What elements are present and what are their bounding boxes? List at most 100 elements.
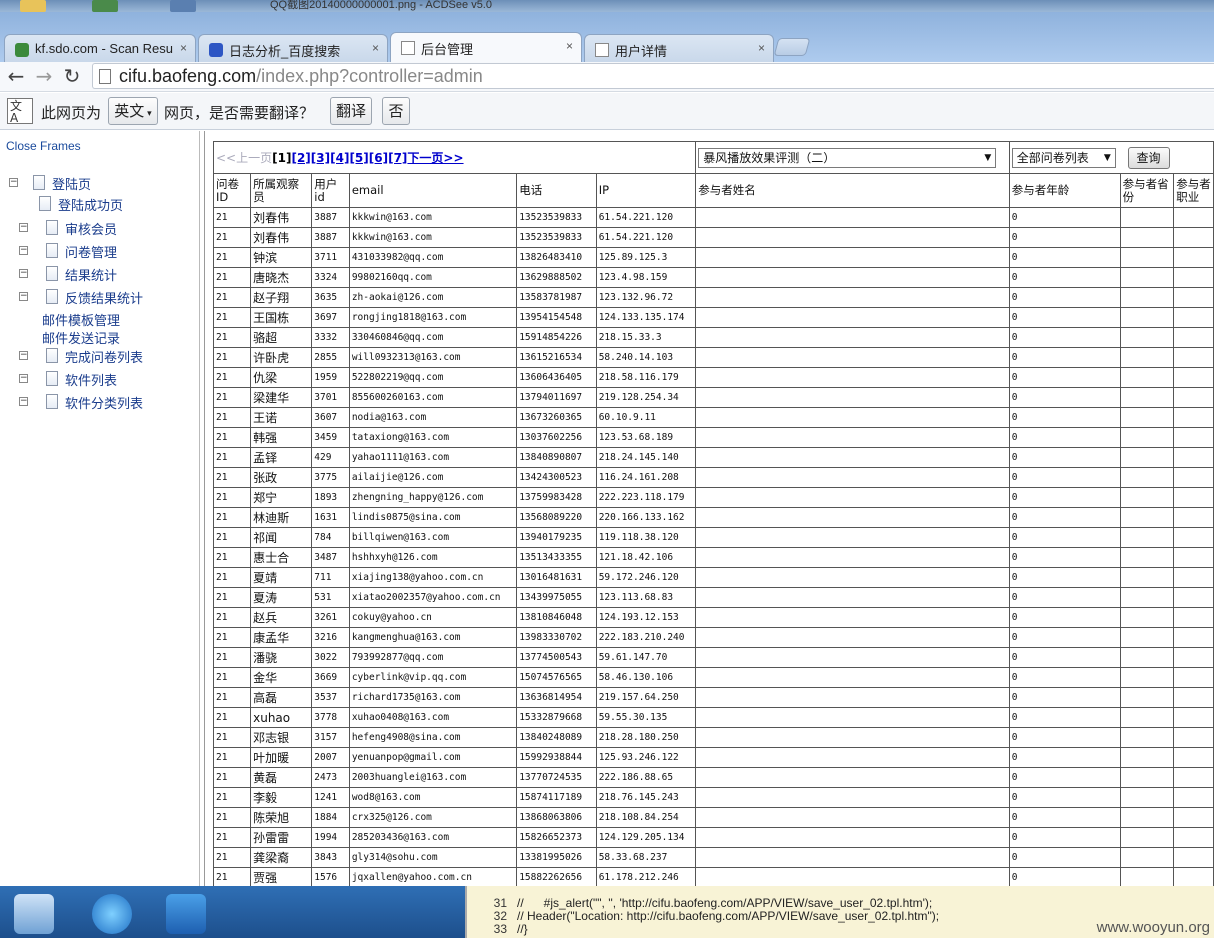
tree-item[interactable]: − 审核会员 (0, 219, 198, 238)
column-header: 电话 (516, 173, 597, 208)
page-link[interactable]: [5] (349, 151, 368, 165)
list-select[interactable]: 全部问卷列表 ▼ (1011, 147, 1116, 168)
table-cell (1173, 227, 1214, 248)
tab-kf-sdo[interactable]: kf.sdo.com - Scan Resu × (4, 34, 196, 62)
reload-button[interactable]: ↻ (60, 64, 84, 88)
close-frames-link[interactable]: Close Frames (6, 139, 81, 153)
forward-button[interactable]: → (32, 64, 56, 88)
ie-browser-icon[interactable] (92, 894, 132, 934)
query-button[interactable]: 查询 (1127, 146, 1170, 169)
table-cell (1173, 407, 1214, 428)
tab-baidu[interactable]: 日志分析_百度搜索 × (198, 34, 388, 62)
close-icon[interactable]: × (566, 39, 573, 53)
survey-select[interactable]: 暴风播放效果评测（二） ▼ (698, 147, 997, 168)
tree-item-label[interactable]: 结果统计 (65, 265, 117, 284)
table-cell: 21 (212, 387, 252, 408)
tree-item-label[interactable]: 审核会员 (65, 219, 117, 238)
tree-item[interactable]: 登陆成功页 (0, 195, 198, 214)
document-icon (46, 220, 58, 235)
tree-item[interactable]: − 登陆页 (0, 174, 198, 193)
table-cell: 刘春伟 (250, 227, 313, 248)
page-link[interactable]: [6] (369, 151, 388, 165)
table-row: 21 钟滨 3711 431033982@qq.com 13826483410 125.8… (212, 247, 1214, 268)
table-cell: 13840890807 (516, 447, 597, 468)
collapse-icon[interactable]: − (19, 374, 28, 383)
collapse-icon[interactable]: − (19, 223, 28, 232)
address-bar[interactable]: cifu.baofeng.com/index.php?controller=ad… (92, 63, 1214, 89)
page-link[interactable]: [4] (330, 151, 349, 165)
close-icon[interactable]: × (758, 41, 765, 55)
tab-user-detail[interactable]: 用户详情 × (584, 34, 774, 62)
tree-item[interactable]: − 软件分类列表 (0, 393, 198, 412)
code-editor-pane: 31 // #js_alert("", '', 'http://cifu.baof… (465, 886, 1214, 938)
table-row: 21 邓志银 3157 hefeng4908@sina.com 13840248089 2… (212, 727, 1214, 748)
language-select[interactable]: 英文 ▾ (108, 97, 158, 125)
page-link[interactable]: [7] (388, 151, 407, 165)
collapse-icon[interactable]: − (9, 178, 18, 187)
url-text[interactable]: cifu.baofeng.com/index.php?controller=ad… (119, 66, 483, 87)
tree-item-label[interactable]: 登陆页 (52, 174, 91, 193)
table-cell: 13583781987 (516, 287, 597, 308)
tab-admin[interactable]: 后台管理 × (390, 32, 582, 62)
table-cell: kangmenghua@163.com (348, 627, 518, 648)
table-cell: 21 (212, 347, 252, 368)
table-cell: 孙雷雷 (250, 827, 313, 848)
table-cell: 123.4.98.159 (595, 267, 697, 288)
collapse-icon[interactable]: − (19, 397, 28, 406)
tree-item[interactable]: 邮件发送记录 (0, 328, 198, 347)
table-cell: 0 (1008, 487, 1121, 508)
table-cell: 121.18.42.106 (595, 547, 697, 568)
line-number: 33 (493, 922, 507, 936)
table-cell: 13770724535 (516, 767, 597, 788)
computer-icon[interactable] (14, 894, 54, 934)
close-icon[interactable]: × (372, 41, 379, 55)
tree-item[interactable]: − 问卷管理 (0, 242, 198, 261)
table-cell: 0 (1008, 527, 1121, 548)
table-cell: 13774500543 (516, 647, 597, 668)
page-link[interactable]: [2] (291, 151, 310, 165)
no-translate-button[interactable]: 否 (382, 97, 410, 125)
table-cell: 218.108.84.254 (595, 807, 697, 828)
tree-item[interactable]: 邮件模板管理 (0, 310, 198, 329)
tree-item-label[interactable]: 邮件发送记录 (42, 328, 120, 347)
cloud-app-icon[interactable] (166, 894, 206, 934)
close-icon[interactable]: × (180, 41, 187, 55)
tree-item[interactable]: − 完成问卷列表 (0, 347, 198, 366)
tree-item-label[interactable]: 软件分类列表 (65, 393, 143, 412)
tree-item[interactable]: − 结果统计 (0, 265, 198, 284)
table-cell (695, 307, 1010, 328)
table-cell: billqiwen@163.com (348, 527, 518, 548)
back-button[interactable]: ← (4, 64, 28, 88)
collapse-icon[interactable]: − (19, 351, 28, 360)
collapse-icon[interactable]: − (19, 292, 28, 301)
page-link[interactable]: [3] (311, 151, 330, 165)
table-cell: wod8@163.com (348, 787, 518, 808)
table-cell: 60.10.9.11 (595, 407, 697, 428)
table-cell: 1631 (311, 507, 350, 528)
tree-item-label[interactable]: 登陆成功页 (58, 195, 123, 214)
table-cell: 13424300523 (516, 467, 597, 488)
tree-item-label[interactable]: 完成问卷列表 (65, 347, 143, 366)
translate-button[interactable]: 翻译 (330, 97, 372, 125)
tree-item-label[interactable]: 问卷管理 (65, 242, 117, 261)
collapse-icon[interactable]: − (19, 269, 28, 278)
table-cell: 仇梁 (250, 367, 313, 388)
table-cell: 3701 (311, 387, 350, 408)
tree-item[interactable]: − 软件列表 (0, 370, 198, 389)
new-tab-button[interactable] (773, 38, 811, 56)
table-cell (695, 687, 1010, 708)
table-cell: 3775 (311, 467, 350, 488)
table-cell: 3459 (311, 427, 350, 448)
tree-item-label[interactable]: 反馈结果统计 (65, 288, 143, 307)
column-header: email (348, 173, 518, 208)
next-page-link[interactable]: 下一页>> (407, 151, 463, 165)
collapse-icon[interactable]: − (19, 246, 28, 255)
tree-item-label[interactable]: 邮件模板管理 (42, 310, 120, 329)
table-cell (1119, 507, 1175, 528)
tree-item-label[interactable]: 软件列表 (65, 370, 117, 389)
table-cell (695, 507, 1010, 528)
tree-item[interactable]: − 反馈结果统计 (0, 288, 198, 307)
chevron-down-icon: ▼ (984, 152, 992, 163)
column-header: 问卷ID (212, 173, 252, 208)
table-cell: 韩强 (250, 427, 313, 448)
